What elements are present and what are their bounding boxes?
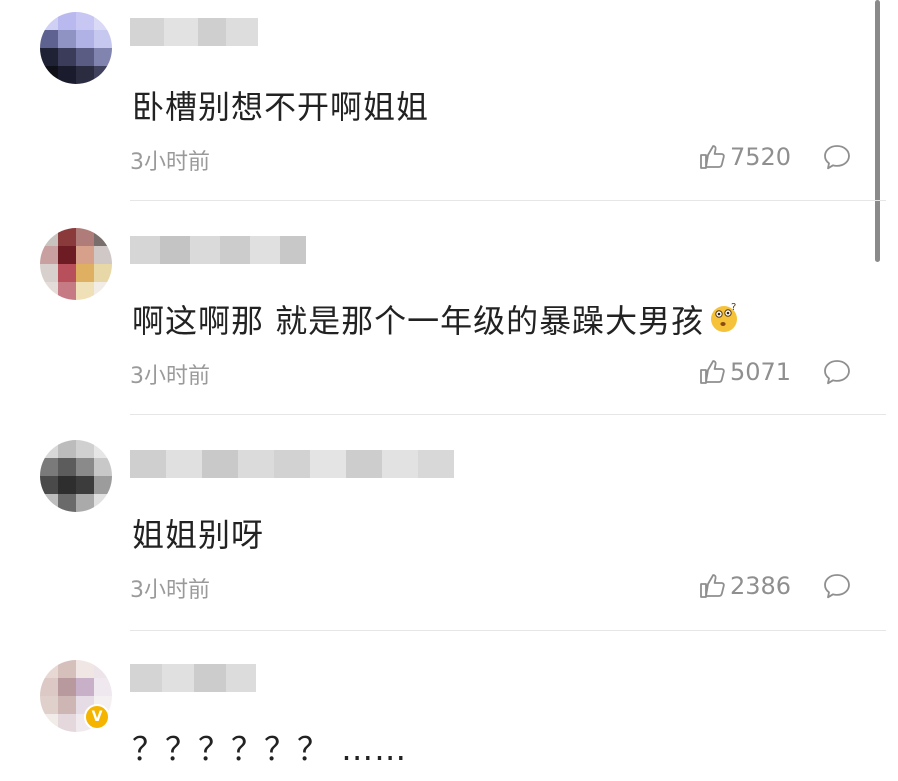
thumbs-up-icon <box>700 574 725 598</box>
avatar-mosaic-cell <box>40 66 58 84</box>
avatar-mosaic-cell <box>94 246 112 264</box>
avatar-mosaic-cell <box>94 264 112 282</box>
avatar-mosaic-cell <box>40 440 58 458</box>
thumbs-up-icon <box>700 360 725 384</box>
avatar-mosaic-cell <box>40 48 58 66</box>
avatar-mosaic-cell <box>76 282 94 300</box>
username-blurred[interactable] <box>130 18 258 46</box>
avatar-mosaic-cell <box>40 246 58 264</box>
avatar-mosaic-cell <box>76 458 94 476</box>
avatar-mosaic-cell <box>94 228 112 246</box>
like-button[interactable]: 2386 <box>698 572 791 600</box>
like-count: 5071 <box>730 358 792 386</box>
comment-text: ？？？？？？ …… <box>132 730 408 768</box>
avatar-mosaic-cell <box>94 458 112 476</box>
avatar-mosaic-cell <box>58 246 76 264</box>
avatar-mosaic-cell <box>58 30 76 48</box>
thumbs-up-icon <box>700 145 725 169</box>
comment-text: 卧槽别想不开啊姐姐 <box>132 88 430 126</box>
avatar-mosaic-cell <box>40 264 58 282</box>
comment-timestamp: 3小时前 <box>130 150 210 175</box>
avatar-mosaic-cell <box>58 282 76 300</box>
speech-bubble-icon[interactable] <box>822 572 852 600</box>
avatar-mosaic-cell <box>76 660 94 678</box>
avatar-mosaic-cell <box>58 458 76 476</box>
avatar-mosaic-cell <box>94 678 112 696</box>
avatar-mosaic-cell <box>58 678 76 696</box>
avatar-mosaic-cell <box>76 494 94 512</box>
avatar-mosaic-cell <box>58 12 76 30</box>
divider <box>130 630 886 631</box>
avatar[interactable] <box>40 440 112 512</box>
avatar-mosaic-cell <box>76 264 94 282</box>
divider <box>130 200 886 201</box>
avatar-mosaic-cell <box>40 30 58 48</box>
avatar-mosaic-cell <box>40 476 58 494</box>
avatar-mosaic-cell <box>40 494 58 512</box>
like-count: 2386 <box>730 572 792 600</box>
comment-text: 姐姐别呀 <box>132 516 265 554</box>
username-blurred[interactable] <box>130 664 256 692</box>
avatar-mosaic-cell <box>58 696 76 714</box>
speech-bubble-icon[interactable] <box>822 358 852 386</box>
avatar-mosaic-cell <box>94 66 112 84</box>
speech-bubble-icon[interactable] <box>822 143 852 171</box>
verified-badge: V <box>84 704 110 730</box>
avatar-mosaic-cell <box>76 30 94 48</box>
comment-timestamp: 3小时前 <box>130 578 210 603</box>
avatar-mosaic-cell <box>40 282 58 300</box>
avatar-mosaic-cell <box>58 228 76 246</box>
avatar-mosaic-cell <box>76 246 94 264</box>
divider <box>130 414 886 415</box>
comment-text-body: 啊这啊那 就是那个一年级的暴躁大男孩 <box>132 302 705 340</box>
avatar-mosaic-cell <box>94 476 112 494</box>
avatar-mosaic-cell <box>40 696 58 714</box>
avatar-mosaic-cell <box>40 660 58 678</box>
avatar-mosaic-cell <box>76 228 94 246</box>
like-button[interactable]: 7520 <box>698 143 791 171</box>
avatar[interactable] <box>40 228 112 300</box>
avatar-mosaic-cell <box>58 494 76 512</box>
avatar-mosaic-cell <box>58 264 76 282</box>
avatar-mosaic-cell <box>76 48 94 66</box>
like-count: 7520 <box>730 143 792 171</box>
username-blurred[interactable] <box>130 236 306 264</box>
avatar-mosaic-cell <box>58 476 76 494</box>
avatar-mosaic-cell <box>40 458 58 476</box>
avatar-mosaic-cell <box>94 12 112 30</box>
thinking-face-emoji: ? <box>711 302 738 332</box>
like-button[interactable]: 5071 <box>698 358 791 386</box>
avatar-mosaic-cell <box>40 678 58 696</box>
comment-timestamp: 3小时前 <box>130 364 210 389</box>
avatar-mosaic-cell <box>76 66 94 84</box>
avatar-mosaic-cell <box>94 30 112 48</box>
comment-list-page: 卧槽别想不开啊姐姐 3小时前 7520 啊这啊那 就是那个一年级的暴躁大男孩 ?… <box>0 0 898 781</box>
avatar-mosaic-cell <box>40 228 58 246</box>
avatar-mosaic-cell <box>94 494 112 512</box>
avatar-mosaic-cell <box>58 714 76 732</box>
avatar-mosaic-cell <box>94 440 112 458</box>
avatar-mosaic-cell <box>58 66 76 84</box>
avatar-mosaic-cell <box>76 476 94 494</box>
avatar-mosaic-cell <box>40 714 58 732</box>
avatar-mosaic-cell <box>58 660 76 678</box>
avatar-mosaic-cell <box>76 12 94 30</box>
avatar-mosaic-cell <box>58 440 76 458</box>
avatar-mosaic-cell <box>76 678 94 696</box>
comment-text: 啊这啊那 就是那个一年级的暴躁大男孩 ? <box>132 296 740 342</box>
avatar[interactable] <box>40 12 112 84</box>
username-blurred[interactable] <box>130 450 454 478</box>
avatar-mosaic-cell <box>94 660 112 678</box>
avatar-mosaic-cell <box>94 282 112 300</box>
scrollbar[interactable] <box>875 0 880 262</box>
avatar-mosaic-cell <box>40 12 58 30</box>
svg-text:?: ? <box>731 302 737 313</box>
avatar-mosaic-cell <box>58 48 76 66</box>
avatar-mosaic-cell <box>94 48 112 66</box>
avatar-mosaic-cell <box>76 440 94 458</box>
